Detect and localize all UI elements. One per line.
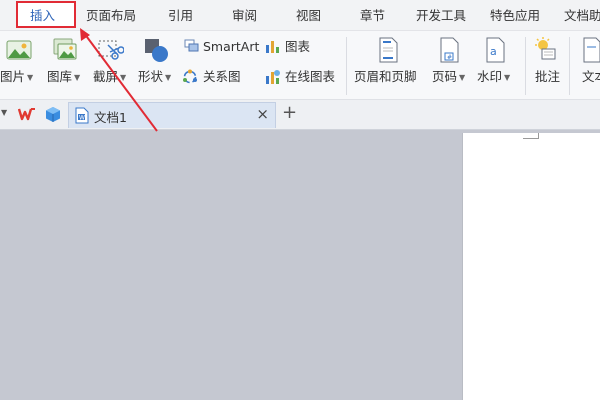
comment-label: 批注 (535, 69, 561, 84)
tab-developer-tools[interactable]: 开发工具 (416, 6, 466, 26)
chevron-down-icon: ▼ (27, 73, 34, 82)
textbox-label: 文本 (582, 69, 600, 84)
tab-doc-assistant[interactable]: 文档助 (564, 6, 600, 26)
insert-ribbon: 图片 ▼ 图库 ▼ 截屏 ▼ 形状 ▼ SmartArt 图表 关系图 在线图表… (0, 31, 600, 100)
smartart-icon (184, 39, 199, 52)
tab-view[interactable]: 视图 (296, 6, 321, 26)
ribbon-divider (525, 37, 526, 95)
page-number-label: 页码 (432, 69, 458, 84)
tab-page-layout[interactable]: 页面布局 (86, 6, 136, 26)
screenshot-label: 截屏 (93, 69, 119, 84)
scissors-icon (98, 40, 124, 60)
document-workspace (0, 130, 600, 400)
tab-insert[interactable]: 插入 (30, 6, 55, 26)
cube-app-icon[interactable] (45, 106, 61, 123)
document-page[interactable] (462, 133, 600, 400)
gallery-label: 图库 (47, 69, 73, 84)
watermark-icon: a (486, 37, 505, 63)
document-icon: W (75, 107, 89, 124)
svg-text:a: a (490, 45, 497, 58)
online-chart-label: 在线图表 (285, 69, 336, 84)
bar-chart-icon (266, 41, 279, 53)
relation-icon (183, 69, 197, 84)
document-tab[interactable]: W 文档1 × (68, 102, 276, 128)
tab-references[interactable]: 引用 (168, 6, 193, 26)
header-footer-label: 页眉和页脚 (354, 69, 417, 84)
chart-label: 图表 (285, 39, 311, 54)
wps-logo-icon[interactable] (18, 107, 36, 121)
smartart-label: SmartArt (203, 39, 260, 54)
chevron-down-icon: ▼ (165, 73, 172, 82)
margin-marker (523, 138, 539, 139)
page-number-icon: # (440, 37, 459, 63)
chevron-down-icon: ▼ (120, 73, 127, 82)
chevron-down-icon: ▼ (504, 73, 511, 82)
comment-icon (535, 37, 556, 60)
shape-label: 形状 (138, 69, 164, 84)
shape-icon (145, 39, 168, 62)
dropdown-arrow-icon[interactable]: ▼ (1, 108, 7, 117)
chevron-down-icon: ▼ (459, 73, 466, 82)
picture-label: 图片 (0, 69, 26, 84)
tab-special-apps[interactable]: 特色应用 (490, 6, 540, 26)
online-chart-icon (266, 70, 280, 84)
svg-text:#: # (447, 54, 452, 61)
header-footer-icon (379, 37, 398, 63)
gallery-icon (53, 38, 77, 60)
menu-tab-bar: 插入 页面布局 引用 审阅 视图 章节 开发工具 特色应用 文档助 (0, 0, 600, 31)
svg-text:W: W (79, 115, 85, 122)
textbox-icon (583, 37, 600, 63)
new-tab-button[interactable]: + (282, 102, 297, 123)
ribbon-divider (346, 37, 347, 95)
close-icon[interactable]: × (256, 105, 269, 123)
relation-label: 关系图 (203, 69, 241, 84)
tab-chapter[interactable]: 章节 (360, 6, 385, 26)
chevron-down-icon: ▼ (74, 73, 81, 82)
watermark-label: 水印 (477, 69, 503, 84)
document-tab-strip: ▼ W 文档1 × + (0, 100, 600, 130)
ribbon-divider (569, 37, 570, 95)
tab-review[interactable]: 审阅 (232, 6, 257, 26)
document-tab-title: 文档1 (94, 110, 127, 125)
picture-icon (6, 40, 32, 60)
